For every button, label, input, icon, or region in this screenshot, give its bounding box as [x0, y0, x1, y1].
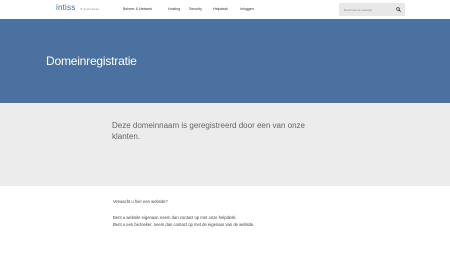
nav-item-beheer-netwerk[interactable]: Beheer & Netwerk — [123, 7, 152, 11]
notice-panel — [0, 103, 450, 186]
logo-tagline: IT & ab Hoster — [80, 7, 100, 11]
search-input[interactable]: Doorzoek de website — [344, 8, 372, 12]
nav-item-helpdesk[interactable]: Helpdesk — [213, 7, 228, 11]
search-box[interactable]: Doorzoek de website — [339, 3, 405, 16]
top-navigation-bar: intiss IT & ab Hoster Beheer & Netwerk H… — [0, 0, 450, 19]
info-visitor-line: Bent u een bezoeker, neem dan contact op… — [113, 222, 255, 227]
nav-item-hosting[interactable]: Hosting — [168, 7, 180, 11]
nav-item-inloggen[interactable]: Inloggen — [240, 7, 254, 11]
info-question: Verwacht u hier een website? — [113, 199, 168, 204]
search-icon[interactable] — [396, 7, 401, 12]
registration-notice-text: Deze domeinnaam is geregistreerd door ee… — [112, 121, 306, 141]
intiss-logo[interactable]: intiss — [56, 3, 75, 12]
info-owner-line: Bent u website eigenaar, neem dan contac… — [113, 215, 237, 220]
nav-item-security[interactable]: Security — [189, 7, 202, 11]
page-title: Domeinregistratie — [46, 54, 137, 68]
